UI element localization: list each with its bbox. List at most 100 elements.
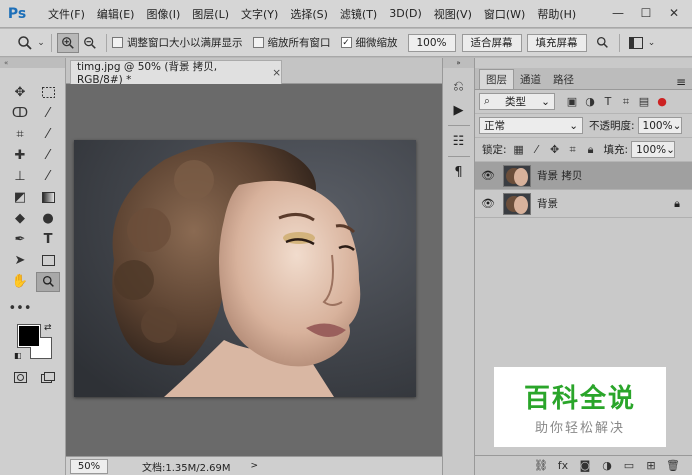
delete-layer-icon[interactable]: 🗑︎ [662, 459, 684, 472]
magic-wand-tool-icon[interactable]: ⁄ [36, 104, 60, 124]
dock-collapse-icon[interactable]: » [443, 58, 474, 68]
visibility-eye-icon[interactable]: 👁︎ [481, 169, 497, 182]
lasso-tool-icon[interactable]: ↀ [8, 104, 32, 124]
layer-mask-icon[interactable]: ◙ [574, 459, 596, 472]
close-tab-icon[interactable]: × [272, 67, 281, 79]
healing-brush-tool-icon[interactable]: ✚ [8, 146, 32, 166]
gradient-tool-icon[interactable] [36, 188, 60, 208]
visibility-eye-icon[interactable]: 👁︎ [481, 197, 497, 210]
lock-position-icon[interactable]: ✥ [546, 142, 564, 158]
zoom-tool-active-icon[interactable] [36, 271, 60, 292]
eyedropper-tool-icon[interactable]: ⁄ [36, 125, 60, 145]
foreground-color-swatch-top[interactable] [18, 325, 40, 347]
actions-panel-icon[interactable]: ▶ [443, 98, 474, 122]
scrubby-zoom-option[interactable]: ✓ 细微缩放 [340, 35, 398, 50]
status-zoom-field[interactable]: 50% [70, 458, 108, 474]
menu-layer[interactable]: 图层(L) [186, 6, 235, 22]
zoom-all-option[interactable]: 缩放所有窗口 [252, 35, 331, 50]
blur-tool-icon[interactable]: ◆ [8, 209, 32, 229]
zoom-all-checkbox[interactable] [252, 37, 264, 48]
history-brush-tool-icon[interactable]: ⁄ [36, 167, 60, 187]
fill-field[interactable]: 100% ⌄ [631, 141, 676, 158]
properties-panel-icon[interactable]: ☷ [443, 129, 474, 153]
pen-tool-icon[interactable]: ✒ [8, 230, 32, 250]
paragraph-panel-icon[interactable]: ¶ [443, 160, 474, 184]
menu-filter[interactable]: 滤镜(T) [334, 6, 383, 22]
status-menu-arrow-icon[interactable]: > [251, 461, 259, 471]
panel-menu-icon[interactable]: ≡ [676, 75, 686, 89]
marquee-tool-icon[interactable] [36, 83, 60, 103]
tool-preset-chevron-icon[interactable]: ⌄ [36, 33, 46, 53]
layer-filter-select[interactable]: ⌕ 类型 ⌄ [479, 93, 555, 110]
menu-window[interactable]: 窗口(W) [478, 6, 531, 22]
tab-paths[interactable]: 路径 [547, 69, 580, 89]
lock-transparency-icon[interactable]: ▦ [510, 142, 528, 158]
filter-pixel-icon[interactable]: ▣ [563, 94, 581, 110]
fit-screen-button[interactable]: 适合屏幕 [461, 33, 522, 52]
tab-layers[interactable]: 图层 [479, 69, 514, 89]
maximize-button[interactable]: ☐ [632, 3, 660, 23]
scrubby-zoom-checkbox[interactable]: ✓ [340, 37, 352, 48]
crop-tool-icon[interactable]: ⌗ [8, 125, 32, 145]
resize-windows-checkbox[interactable] [112, 37, 123, 48]
fill-screen-button[interactable]: 填充屏幕 [526, 33, 587, 52]
menu-3d[interactable]: 3D(D) [383, 7, 428, 20]
brush-tool-icon[interactable]: ⁄ [36, 146, 60, 166]
new-layer-icon[interactable]: ⊞ [640, 459, 662, 472]
menu-view[interactable]: 视图(V) [428, 6, 478, 22]
lock-artboard-icon[interactable]: ⌗ [564, 142, 582, 158]
menu-help[interactable]: 帮助(H) [531, 6, 582, 22]
layer-row-background[interactable]: 👁︎ 背景 🔒︎ [475, 190, 692, 218]
rectangle-tool-icon[interactable] [36, 251, 60, 271]
quick-mask-icon[interactable] [8, 368, 32, 388]
menu-type[interactable]: 文字(Y) [235, 6, 284, 22]
swap-colors-icon[interactable]: ⇄ [44, 323, 52, 333]
screen-mode-icon[interactable] [36, 368, 60, 388]
layer-row-background-copy[interactable]: 👁︎ 背景 拷贝 [475, 162, 692, 190]
lock-pixels-icon[interactable]: ⁄ [528, 142, 546, 158]
new-group-icon[interactable]: ▭ [618, 459, 640, 472]
document-size-info[interactable]: 文档:1.35M/2.69M [142, 459, 231, 474]
workspace-chevron-icon[interactable]: ⌄ [647, 33, 657, 53]
default-colors-icon[interactable]: ◧ [14, 351, 22, 360]
document-tab[interactable]: timg.jpg @ 50% (背景 拷贝, RGB/8#) * × [70, 60, 282, 86]
filter-adjustment-icon[interactable]: ◑ [581, 94, 599, 110]
layer-style-icon[interactable]: fx [552, 459, 574, 472]
type-tool-icon[interactable]: T [36, 230, 60, 250]
tools-panel: « ✥ ↀ ⁄ ⌗ ⁄ ✚ ⁄ ⊥ ⁄ ◩ ◆ ● ✒ T ➤ ✋ ••• ⇄ … [0, 58, 66, 475]
filter-shape-icon[interactable]: ⌗ [617, 94, 635, 110]
dodge-tool-icon[interactable]: ● [36, 209, 60, 229]
menu-file[interactable]: 文件(F) [42, 6, 91, 22]
zoom-percent-field[interactable]: 100% [407, 33, 456, 52]
search-icon[interactable] [592, 33, 614, 53]
adjustment-layer-icon[interactable]: ◑ [596, 459, 618, 472]
workspace-icon[interactable] [625, 33, 647, 53]
zoom-tool-icon[interactable] [14, 33, 36, 53]
blend-mode-select[interactable]: 正常 ⌄ [479, 117, 583, 134]
resize-windows-option[interactable]: 调整窗口大小以满屏显示 [112, 35, 243, 50]
filter-smart-object-icon[interactable]: ▤ [635, 94, 653, 110]
opacity-field[interactable]: 100% ⌄ [637, 117, 682, 134]
canvas-area[interactable] [66, 84, 442, 456]
more-tools-icon[interactable]: ••• [8, 299, 32, 319]
move-tool-icon[interactable]: ✥ [8, 83, 32, 103]
close-button[interactable]: ✕ [660, 3, 688, 23]
zoom-in-icon[interactable] [57, 32, 79, 53]
filter-toggle-icon[interactable]: ● [653, 94, 671, 110]
clone-stamp-tool-icon[interactable]: ⊥ [8, 167, 32, 187]
filter-type-icon[interactable]: T [599, 94, 617, 110]
eraser-tool-icon[interactable]: ◩ [8, 188, 32, 208]
path-selection-tool-icon[interactable]: ➤ [8, 251, 32, 271]
history-panel-icon[interactable]: ⎌ [443, 74, 474, 98]
link-layers-icon[interactable]: ⛓︎ [530, 459, 552, 472]
minimize-button[interactable]: — [604, 3, 632, 23]
document-image[interactable] [74, 140, 416, 397]
menu-image[interactable]: 图像(I) [140, 6, 186, 22]
zoom-out-icon[interactable] [79, 33, 101, 53]
hand-tool-icon[interactable]: ✋ [8, 272, 32, 292]
lock-all-icon[interactable]: 🔒︎ [582, 142, 600, 158]
menu-edit[interactable]: 编辑(E) [91, 6, 141, 22]
menu-select[interactable]: 选择(S) [284, 6, 334, 22]
tab-channels[interactable]: 通道 [514, 69, 547, 89]
tools-panel-header[interactable]: « [0, 58, 65, 68]
